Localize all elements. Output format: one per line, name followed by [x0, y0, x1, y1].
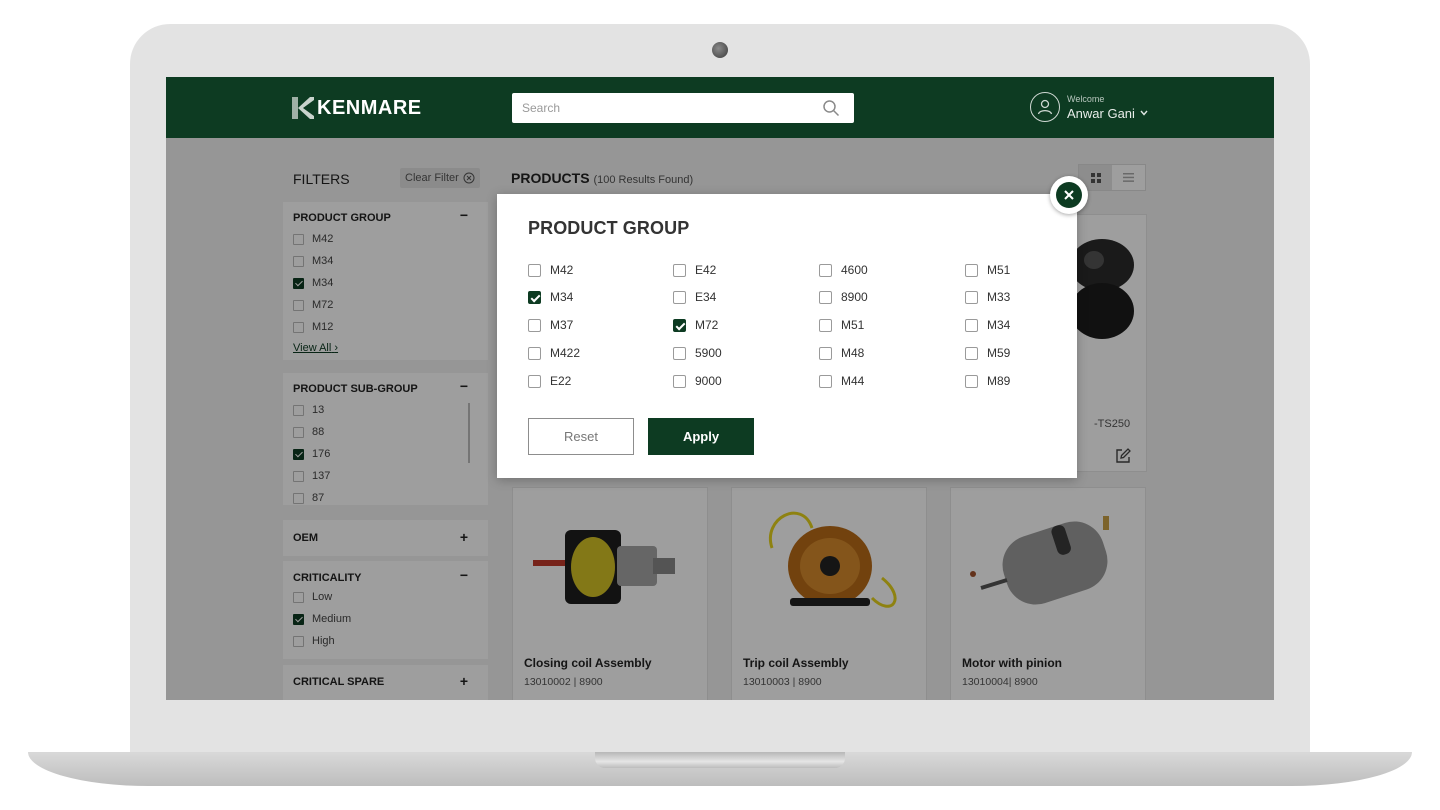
modal-option[interactable]: E34 [673, 290, 716, 304]
modal-option[interactable]: M37 [528, 318, 573, 332]
modal-option[interactable]: M89 [965, 374, 1010, 388]
modal-option[interactable]: M51 [819, 318, 864, 332]
modal-option[interactable]: 9000 [673, 374, 722, 388]
checkbox[interactable] [528, 346, 541, 360]
chevron-down-icon[interactable] [1140, 110, 1148, 116]
modal-option[interactable]: E22 [528, 374, 571, 388]
checkbox[interactable] [819, 263, 832, 277]
checkbox[interactable] [965, 374, 978, 388]
checkbox[interactable] [673, 290, 686, 304]
checkbox[interactable] [965, 263, 978, 277]
search-box [512, 93, 854, 123]
top-bar: KENMARE Welcome Anwar Gani [166, 77, 1274, 138]
modal-option[interactable]: M44 [819, 374, 864, 388]
brand-name: KENMARE [317, 96, 422, 119]
user-name[interactable]: Anwar Gani [1067, 106, 1135, 121]
apply-button[interactable]: Apply [648, 418, 754, 455]
close-icon [1056, 182, 1082, 208]
checkbox[interactable] [673, 263, 686, 277]
checkbox[interactable] [528, 374, 541, 388]
checkbox[interactable] [673, 374, 686, 388]
search-input[interactable] [512, 93, 812, 123]
checkbox-checked[interactable] [528, 290, 541, 304]
laptop-notch [595, 752, 845, 768]
search-icon[interactable] [822, 99, 840, 117]
product-group-modal: PRODUCT GROUP M42 E42 4600 M51 M34 E34 8… [497, 194, 1077, 478]
modal-option[interactable]: M59 [965, 346, 1010, 360]
modal-option[interactable]: M48 [819, 346, 864, 360]
modal-option[interactable]: M51 [965, 263, 1010, 277]
checkbox[interactable] [819, 318, 832, 332]
modal-option[interactable]: M72 [673, 318, 718, 332]
close-modal-button[interactable] [1050, 176, 1088, 214]
checkbox[interactable] [528, 318, 541, 332]
modal-option[interactable]: 4600 [819, 263, 868, 277]
kenmare-logo-icon [292, 97, 314, 119]
checkbox[interactable] [528, 263, 541, 277]
camera-icon [712, 42, 728, 58]
checkbox-checked[interactable] [673, 318, 686, 332]
checkbox[interactable] [819, 374, 832, 388]
checkbox[interactable] [819, 346, 832, 360]
modal-option[interactable]: E42 [673, 263, 716, 277]
welcome-label: Welcome [1067, 94, 1105, 104]
checkbox[interactable] [965, 290, 978, 304]
user-icon [1037, 99, 1053, 115]
modal-option[interactable]: 8900 [819, 290, 868, 304]
modal-title: PRODUCT GROUP [528, 218, 690, 238]
modal-option[interactable]: M34 [528, 290, 573, 304]
checkbox[interactable] [673, 346, 686, 360]
brand-logo[interactable]: KENMARE [292, 97, 422, 119]
modal-option[interactable]: M33 [965, 290, 1010, 304]
avatar[interactable] [1030, 92, 1060, 122]
modal-option[interactable]: 5900 [673, 346, 722, 360]
app-screen: KENMARE Welcome Anwar Gani FILTERS Clear… [166, 77, 1274, 700]
reset-button[interactable]: Reset [528, 418, 634, 455]
checkbox[interactable] [965, 346, 978, 360]
modal-option[interactable]: M42 [528, 263, 573, 277]
modal-option[interactable]: M34 [965, 318, 1010, 332]
checkbox[interactable] [965, 318, 978, 332]
modal-option[interactable]: M422 [528, 346, 580, 360]
checkbox[interactable] [819, 290, 832, 304]
close-x-glyph [1064, 190, 1074, 200]
